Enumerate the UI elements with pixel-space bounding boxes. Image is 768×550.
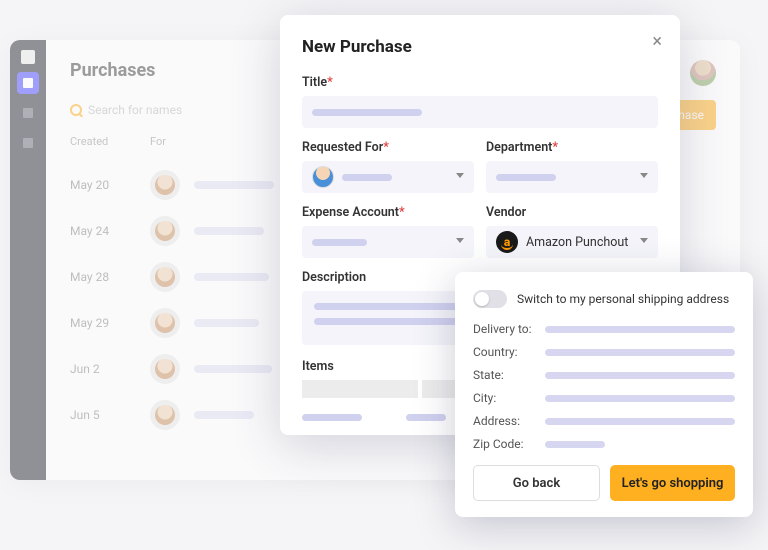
row-name-placeholder xyxy=(194,319,259,327)
title-label: Title* xyxy=(302,75,658,90)
lets-go-shopping-button[interactable]: Let's go shopping xyxy=(610,465,735,501)
address-row: Address: xyxy=(473,414,735,428)
requested-for-label: Requested For* xyxy=(302,140,474,155)
zip-row: Zip Code: xyxy=(473,437,735,451)
row-name-placeholder xyxy=(194,181,274,189)
chevron-down-icon xyxy=(456,238,464,243)
row-avatar xyxy=(150,354,180,384)
shipping-popover: Switch to my personal shipping address D… xyxy=(455,272,753,517)
row-name-placeholder xyxy=(194,411,254,419)
modal-title: New Purchase xyxy=(302,37,658,57)
vendor-select[interactable]: a Amazon Punchout xyxy=(486,226,658,258)
department-label: Department* xyxy=(486,140,658,155)
amazon-icon: a xyxy=(496,231,518,253)
requester-avatar-icon xyxy=(312,166,334,188)
state-row: State: xyxy=(473,368,735,382)
expense-account-label: Expense Account* xyxy=(302,205,474,220)
sidebar xyxy=(10,40,46,480)
col-header-created: Created xyxy=(70,135,150,148)
vendor-label: Vendor xyxy=(486,205,658,220)
chevron-down-icon xyxy=(640,173,648,178)
sidebar-item-purchases[interactable] xyxy=(17,72,39,94)
nav-icon xyxy=(23,138,33,148)
user-avatar[interactable] xyxy=(690,60,716,86)
row-avatar xyxy=(150,216,180,246)
search-icon xyxy=(70,104,82,116)
search-placeholder: Search for names xyxy=(88,103,182,117)
nav-icon xyxy=(23,108,33,118)
row-date: May 28 xyxy=(70,270,150,284)
delivery-to-row: Delivery to: xyxy=(473,322,735,336)
go-back-button[interactable]: Go back xyxy=(473,465,600,501)
search-input[interactable]: Search for names xyxy=(70,103,182,117)
row-avatar xyxy=(150,170,180,200)
toggle-knob-icon xyxy=(475,292,489,306)
row-date: May 24 xyxy=(70,224,150,238)
row-avatar xyxy=(150,262,180,292)
row-date: May 20 xyxy=(70,178,150,192)
city-row: City: xyxy=(473,391,735,405)
title-input[interactable] xyxy=(302,96,658,128)
chevron-down-icon xyxy=(456,173,464,178)
toggle-row: Switch to my personal shipping address xyxy=(473,290,735,308)
toggle-label: Switch to my personal shipping address xyxy=(517,292,729,306)
row-name-placeholder xyxy=(194,273,269,281)
row-date: Jun 2 xyxy=(70,362,150,376)
close-button[interactable]: × xyxy=(652,33,662,51)
personal-address-toggle[interactable] xyxy=(473,290,507,308)
expense-account-select[interactable] xyxy=(302,226,474,258)
row-avatar xyxy=(150,308,180,338)
app-logo-icon xyxy=(21,50,35,64)
bag-icon xyxy=(23,78,33,88)
row-name-placeholder xyxy=(194,227,264,235)
country-row: Country: xyxy=(473,345,735,359)
chevron-down-icon xyxy=(640,238,648,243)
sidebar-item-3[interactable] xyxy=(17,132,39,154)
vendor-value: Amazon Punchout xyxy=(526,235,628,250)
sidebar-item-2[interactable] xyxy=(17,102,39,124)
row-date: Jun 5 xyxy=(70,408,150,422)
col-header-for: For xyxy=(150,135,250,148)
requested-for-select[interactable] xyxy=(302,161,474,193)
popover-actions: Go back Let's go shopping xyxy=(473,465,735,501)
row-name-placeholder xyxy=(194,365,272,373)
row-date: May 29 xyxy=(70,316,150,330)
row-avatar xyxy=(150,400,180,430)
department-select[interactable] xyxy=(486,161,658,193)
